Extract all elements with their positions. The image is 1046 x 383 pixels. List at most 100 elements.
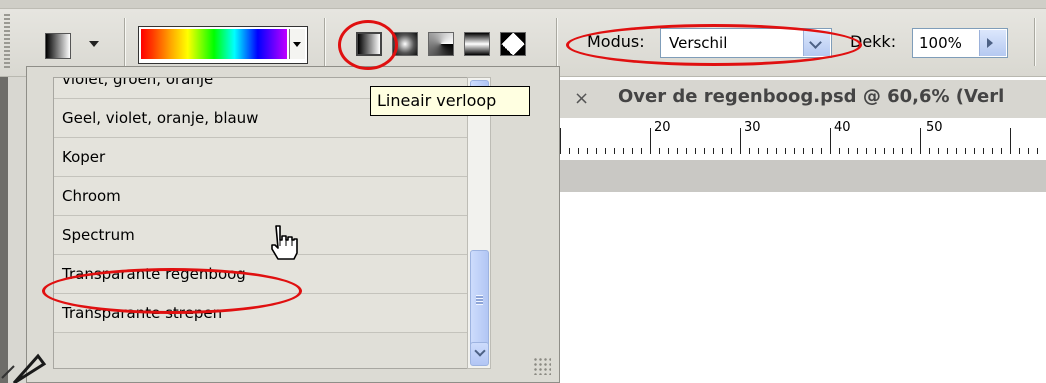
toolbar-top-strip: [0, 0, 1046, 9]
divider: [324, 18, 325, 66]
mode-select[interactable]: Verschil: [660, 28, 832, 58]
divider: [556, 18, 557, 66]
ruler-tick: [731, 148, 732, 154]
ruler-tick: [686, 148, 687, 154]
ruler-tick: [659, 148, 660, 154]
preset-label: Transparante strepen: [62, 304, 223, 322]
pasteboard-band: [560, 160, 1046, 192]
divider: [1034, 18, 1035, 66]
ruler-tick: [560, 128, 561, 154]
toolbar-grip[interactable]: [4, 14, 10, 70]
document-title: Over de regenboog.psd @ 60,6% (Verl: [618, 86, 1005, 107]
ruler-label: 40: [834, 120, 851, 135]
preset-label: Koper: [62, 148, 106, 166]
ruler-tick: [668, 148, 669, 154]
diamond-gradient-button[interactable]: [500, 32, 526, 56]
tool-preset-picker[interactable]: [34, 26, 112, 64]
ruler-tick: [911, 148, 912, 154]
ruler-tick: [929, 148, 930, 154]
list-item[interactable]: Chroom: [54, 177, 468, 216]
ruler-tick: [713, 148, 714, 154]
ruler-tick: [875, 148, 876, 154]
ruler-tick: [839, 148, 840, 154]
radial-gradient-button[interactable]: [392, 32, 418, 56]
preset-label: Spectrum: [62, 226, 135, 244]
document-tab[interactable]: × Over de regenboog.psd @ 60,6% (Verl: [560, 80, 1046, 119]
ruler-tick: [632, 148, 633, 154]
ruler-tick: [767, 148, 768, 154]
ruler-tick: [956, 148, 957, 154]
opacity-value: 100%: [919, 34, 962, 52]
ruler-tick: [569, 148, 570, 154]
list-item[interactable]: Transparante strepen: [54, 294, 468, 333]
ruler-tick: [623, 148, 624, 154]
gradient-editor-swatch[interactable]: [138, 26, 308, 64]
rainbow-gradient-preview: [141, 29, 287, 59]
close-icon[interactable]: ×: [574, 88, 589, 109]
horizontal-ruler: 20 30 40 50: [560, 118, 1046, 161]
resize-grip-icon[interactable]: [533, 357, 551, 375]
ruler-tick: [587, 148, 588, 154]
scroll-down-button[interactable]: [470, 342, 489, 366]
list-scrollbar[interactable]: [467, 77, 491, 369]
ruler-tick: [893, 148, 894, 154]
ruler-tick: [848, 148, 849, 154]
scrollbar-thumb[interactable]: [470, 250, 489, 356]
angle-gradient-button[interactable]: [428, 32, 454, 56]
ruler-tick: [641, 148, 642, 154]
preset-label: Geel, violet, oranje, blauw: [62, 109, 259, 127]
gradient-dropdown-button[interactable]: [289, 29, 305, 59]
ruler-tick: [605, 148, 606, 154]
ruler-tick: [740, 128, 741, 154]
ruler-tick: [614, 148, 615, 154]
chevron-right-icon[interactable]: [979, 30, 1006, 56]
linear-gradient-button[interactable]: [356, 32, 382, 56]
ruler-tick: [947, 148, 948, 154]
ruler-tick: [812, 148, 813, 154]
ruler-tick: [1001, 148, 1002, 154]
ruler-tick: [794, 148, 795, 154]
ruler-tick: [749, 148, 750, 154]
ruler-tick: [920, 128, 921, 154]
ruler-tick: [776, 148, 777, 154]
ruler-tick: [677, 148, 678, 154]
ruler-tick: [821, 148, 822, 154]
document-canvas[interactable]: [560, 192, 1046, 383]
chevron-down-icon: [89, 41, 99, 47]
preset-label: Transparante regenboog: [62, 265, 246, 283]
ruler-tick: [758, 148, 759, 154]
divider: [124, 18, 125, 66]
hand-cursor-icon: [271, 225, 298, 260]
ruler-tick: [596, 148, 597, 154]
preset-label: Chroom: [62, 187, 121, 205]
ruler-tick: [650, 128, 651, 154]
mode-label: Modus:: [587, 32, 645, 51]
list-item-selected[interactable]: Transparante regenboog: [54, 255, 468, 294]
ruler-tick: [938, 148, 939, 154]
ruler-tick: [803, 148, 804, 154]
ruler-tick: [1028, 148, 1029, 154]
ruler-label: 30: [744, 120, 761, 135]
ruler-tick: [902, 148, 903, 154]
ruler-tick: [578, 148, 579, 154]
ruler-tick: [866, 148, 867, 154]
ruler-tick: [1019, 148, 1020, 154]
ruler-tick: [785, 148, 786, 154]
reflected-gradient-button[interactable]: [464, 32, 490, 56]
ruler-tick: [974, 148, 975, 154]
ruler-label: 50: [926, 120, 943, 135]
gradient-preset-list: violet, groen, oranje Geel, violet, oran…: [53, 77, 469, 369]
ruler-tick: [704, 148, 705, 154]
watermark-graphic: [1, 353, 47, 383]
gradient-tool-icon: [45, 33, 71, 59]
list-item[interactable]: Spectrum: [54, 216, 468, 255]
ruler-tick: [695, 148, 696, 154]
ruler-tick: [992, 148, 993, 154]
ruler-tick: [983, 148, 984, 154]
opacity-field[interactable]: 100%: [912, 28, 1008, 58]
tooltip: Lineair verloop: [370, 86, 530, 116]
ruler-tick: [857, 148, 858, 154]
chevron-down-icon[interactable]: [803, 30, 830, 56]
mode-value: Verschil: [669, 34, 728, 52]
list-item[interactable]: Koper: [54, 138, 468, 177]
